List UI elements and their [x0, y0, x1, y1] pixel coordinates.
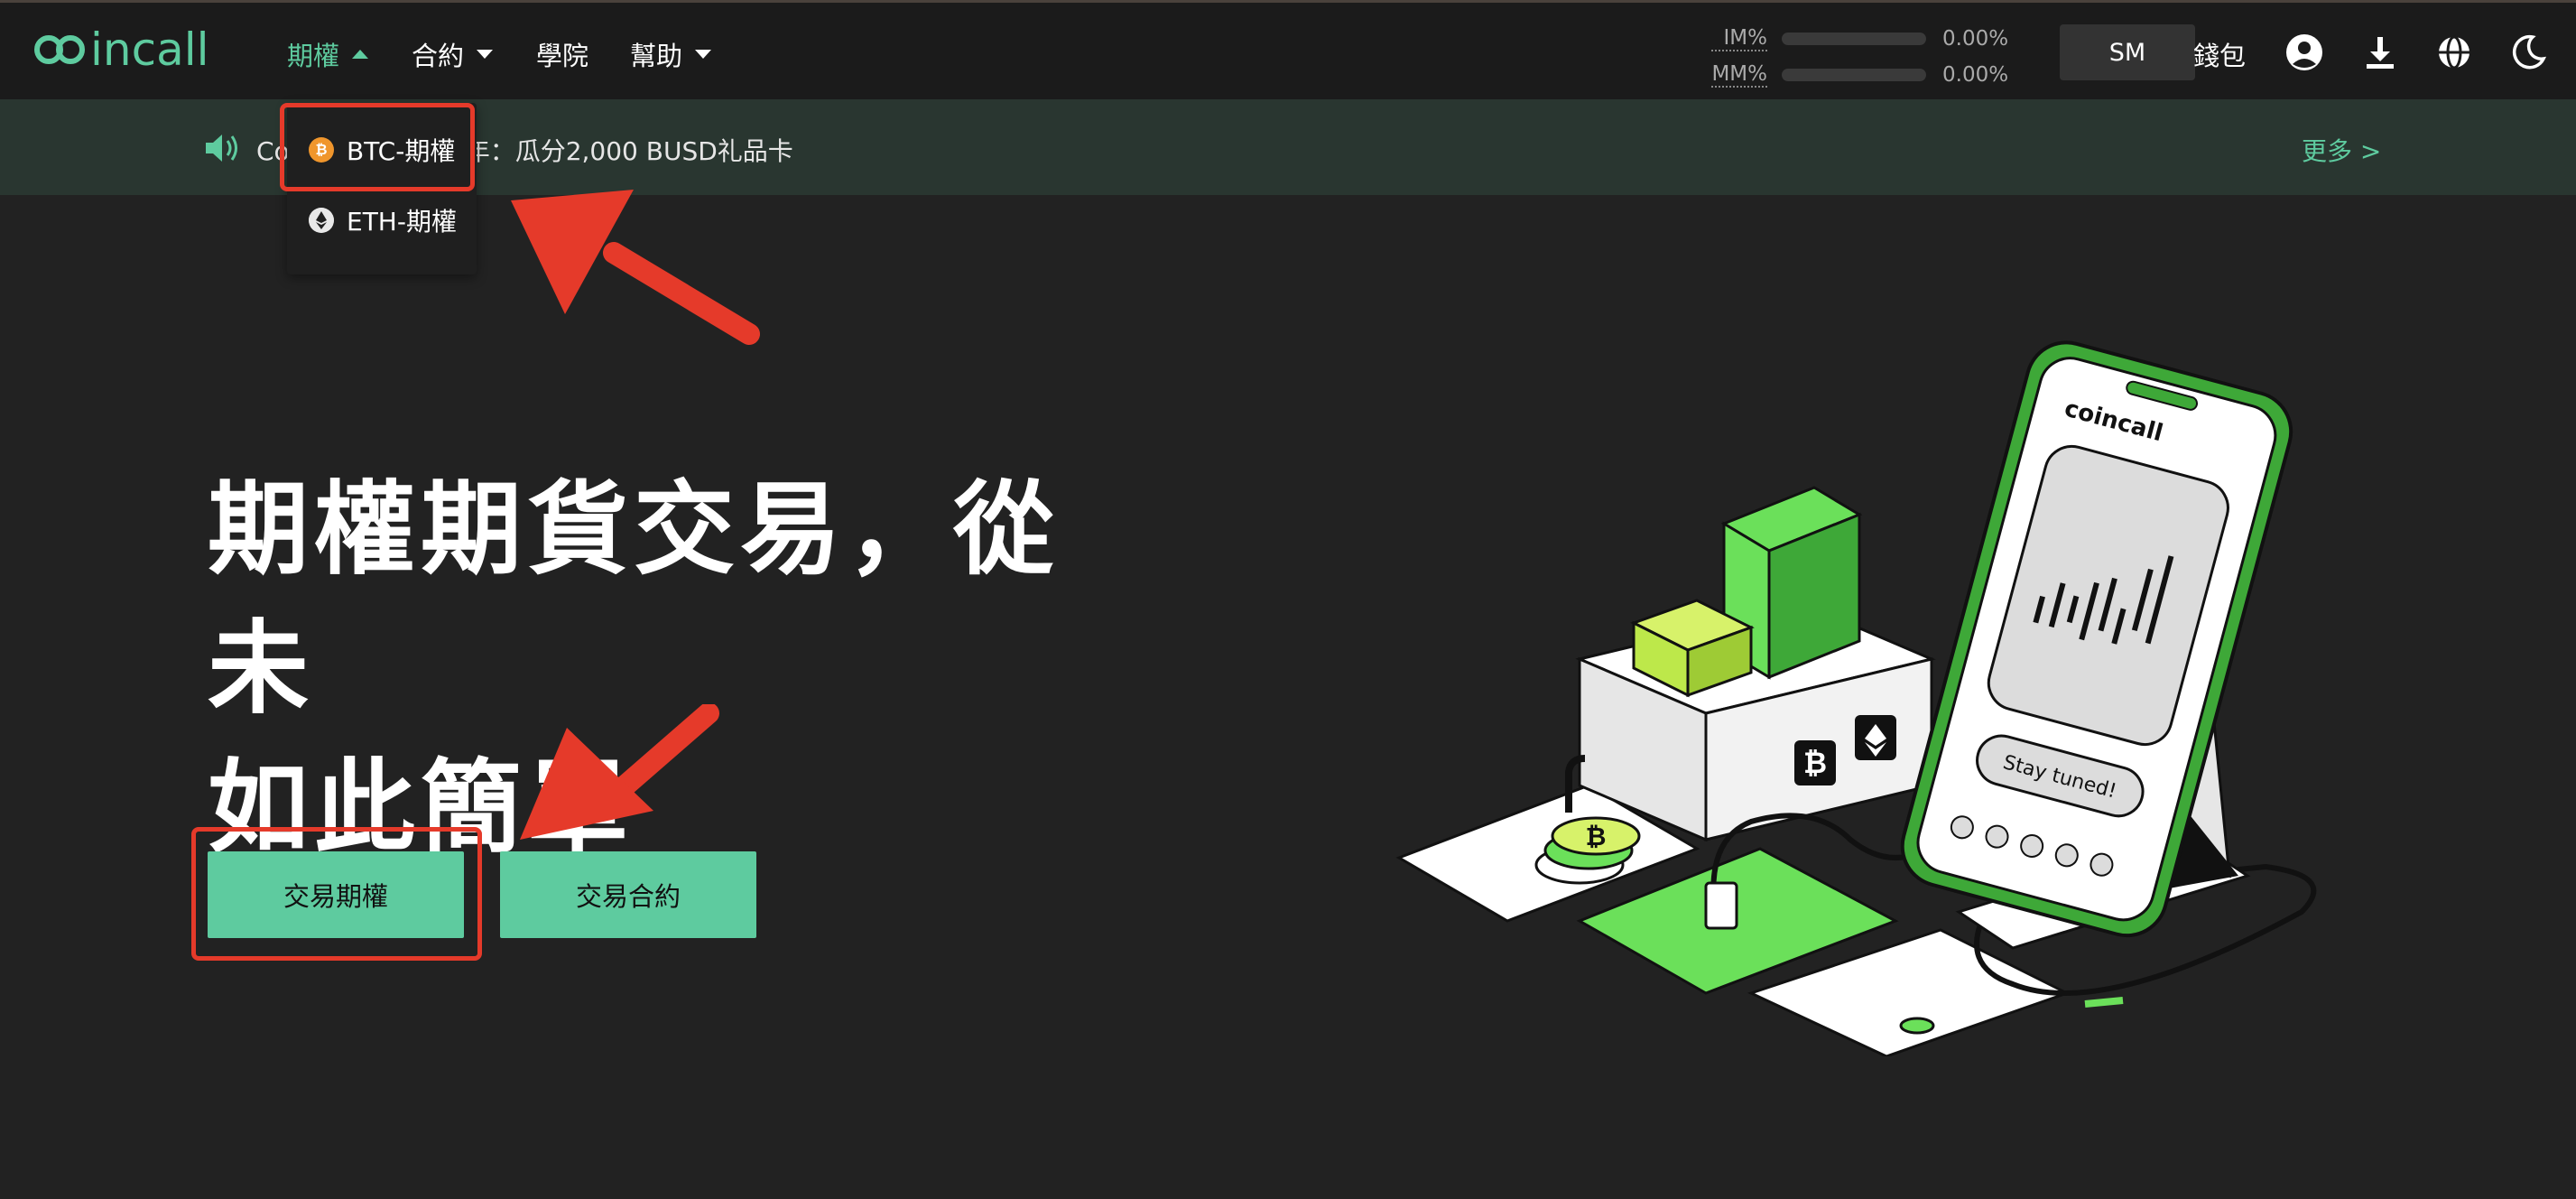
phone-illustration: coincall Stay tuned! [1900, 340, 2293, 938]
globe-icon[interactable] [2435, 33, 2473, 71]
logo-text: incall [90, 23, 209, 76]
nav-options[interactable]: 期權 [287, 35, 369, 73]
dropdown-item-label: ETH-期權 [347, 207, 457, 237]
more-link[interactable]: 更多 > [2302, 132, 2381, 168]
user-icon[interactable] [2285, 33, 2323, 71]
caret-down-icon [695, 50, 712, 59]
annotation-arrow-top [511, 190, 760, 345]
svg-text:₿: ₿ [1586, 822, 1607, 851]
hero-illustration: ₿ ₿ coincall Stay tuned! [1395, 340, 2317, 1056]
mm-row: MM% 0.00% [1711, 57, 2024, 93]
top-navbar: incall 期權 合約 學院 幫助 IM% 0.00% MM% 0.00% S… [0, 0, 2576, 99]
mm-label[interactable]: MM% [1711, 62, 1767, 88]
speaker-icon [206, 135, 237, 162]
mm-bar [1782, 69, 1926, 81]
trade-options-highlight-box [191, 827, 482, 961]
nav-options-label: 期權 [287, 41, 340, 71]
nav-academy[interactable]: 學院 [536, 35, 588, 73]
eth-icon [309, 208, 334, 233]
svg-text:₿: ₿ [1803, 746, 1827, 780]
nav-futures[interactable]: 合約 [412, 35, 494, 73]
wallet-link[interactable]: 錢包 [2193, 35, 2246, 73]
caret-down-icon [477, 50, 494, 59]
dropdown-item-eth-options[interactable]: ETH-期權 [309, 202, 457, 238]
btc-highlight-box [280, 103, 475, 191]
im-label[interactable]: IM% [1711, 26, 1767, 51]
im-row: IM% 0.00% [1711, 21, 2024, 57]
logo-infinity-icon [34, 35, 85, 64]
margin-indicators: IM% 0.00% MM% 0.00% [1711, 21, 2024, 93]
im-bar [1782, 33, 1926, 45]
mm-value: 0.00% [1942, 63, 2009, 87]
hero-title-line1: 期權期貨交易，從未 [208, 471, 1060, 728]
caret-up-icon [352, 50, 369, 59]
im-value: 0.00% [1942, 27, 2009, 51]
nav-help[interactable]: 幫助 [630, 35, 712, 73]
nav-academy-label: 學院 [536, 41, 589, 71]
annotation-arrow-bottom [520, 704, 719, 840]
moon-icon[interactable] [2509, 33, 2547, 71]
account-button[interactable]: SM [2060, 24, 2195, 80]
nav-futures-label: 合約 [412, 41, 465, 71]
nav-help-label: 幫助 [630, 41, 683, 71]
coincall-logo[interactable]: incall [32, 23, 209, 77]
download-icon[interactable] [2361, 33, 2399, 71]
